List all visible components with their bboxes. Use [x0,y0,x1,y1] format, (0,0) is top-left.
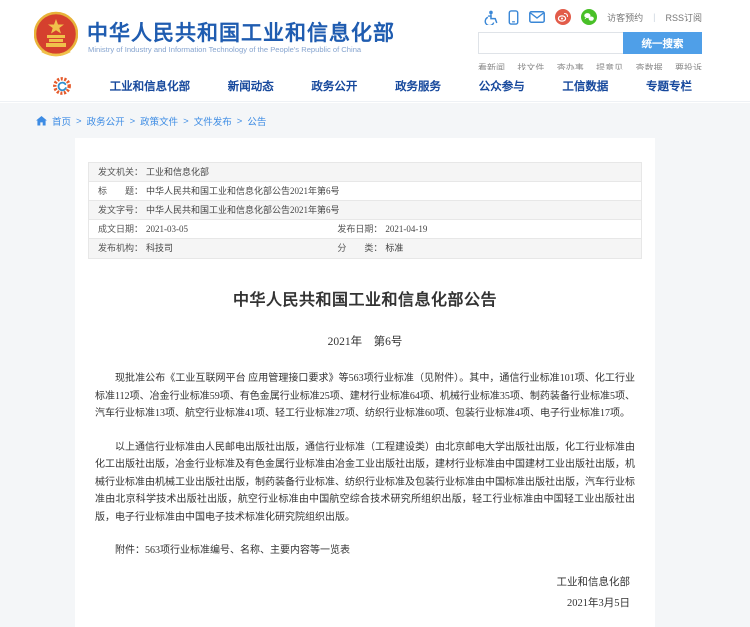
breadcrumb-item-home[interactable]: 首页 [52,114,71,128]
signature-block: 工业和信息化部 2021年3月5日 [75,572,630,614]
meta-value: 工业和信息化部 [146,167,209,177]
header-link-separator: | [653,12,655,22]
breadcrumb-separator: > [76,116,82,127]
nav-item-gov-service[interactable]: 政务服务 [395,78,441,94]
nav-item-industry-data[interactable]: 工信数据 [562,78,608,94]
attachment-line: 附件：563项行业标准编号、名称、主要内容等一览表 [95,542,635,560]
document-body: 现批准公布《工业互联网平台 应用管理接口要求》等563项行业标准（见附件）。其中… [95,370,635,560]
meta-value: 标准 [385,243,403,253]
mobile-icon[interactable] [508,10,519,25]
breadcrumb-item-gov-open[interactable]: 政务公开 [87,114,125,128]
site-subtitle-en: Ministry of Industry and Information Tec… [88,45,361,54]
rss-subscribe-link[interactable]: RSS订阅 [665,11,702,24]
nav-item-miit[interactable]: 工业和信息化部 [110,78,191,94]
paragraph-standards-approved: 现批准公布《工业互联网平台 应用管理接口要求》等563项行业标准（见附件）。其中… [95,370,635,423]
meta-label: 分 类： [337,243,382,253]
signature-date: 2021年3月5日 [75,593,630,614]
meta-value: 中华人民共和国工业和信息化部公告2021年第6号 [146,186,340,196]
site-title: 中华人民共和国工业和信息化部 [87,17,395,47]
weibo-icon[interactable] [555,9,571,25]
document-meta-table: 发文机关：工业和信息化部 标 题：中华人民共和国工业和信息化部公告2021年第6… [88,162,642,259]
paragraph-publishers: 以上通信行业标准由人民邮电出版社出版，通信行业标准（工程建设类）由北京邮电大学出… [95,439,635,527]
site-header: 中华人民共和国工业和信息化部 Ministry of Industry and … [0,0,750,70]
meta-row-issuing-agency: 发文机关：工业和信息化部 [89,163,641,182]
meta-value: 2021-03-05 [146,224,188,234]
meta-value: 2021-04-19 [385,224,427,234]
document-number: 2021年 第6号 [75,333,655,349]
header-right-block: 访客预约 | RSS订阅 统一搜索 看新闻 找文件 查办事 提意见 查数据 要投… [478,8,702,74]
breadcrumb: 首页 > 政务公开 > 政策文件 > 文件发布 > 公告 [36,114,266,128]
signature-agency: 工业和信息化部 [75,572,630,593]
breadcrumb-separator: > [130,116,136,127]
mail-icon[interactable] [529,11,545,23]
page: 中华人民共和国工业和信息化部 Ministry of Industry and … [0,0,750,627]
meta-value: 中华人民共和国工业和信息化部公告2021年第6号 [146,205,340,215]
nav-item-public-participation[interactable]: 公众参与 [479,78,525,94]
visitor-appointment-link[interactable]: 访客预约 [607,11,643,24]
meta-label: 发布日期： [337,224,382,234]
breadcrumb-item-doc-release[interactable]: 文件发布 [194,114,232,128]
accessibility-icon[interactable] [483,10,498,25]
national-emblem-icon [34,11,78,58]
unified-search-button[interactable]: 统一搜索 [623,32,702,54]
header-icon-row: 访客预约 | RSS订阅 [478,8,702,26]
breadcrumb-item-announcement[interactable]: 公告 [247,114,266,128]
meta-label: 发文机关： [98,167,143,177]
meta-col2: 分 类：标准 [337,239,403,258]
meta-label: 发文字号： [98,205,143,215]
main-navbar: 工业和信息化部 新闻动态 政务公开 政务服务 公众参与 工信数据 专题专栏 [0,70,750,102]
meta-label: 成文日期： [98,224,143,234]
meta-row-title: 标 题：中华人民共和国工业和信息化部公告2021年第6号 [89,182,641,201]
breadcrumb-item-policy-docs[interactable]: 政策文件 [140,114,178,128]
meta-row-dates: 成文日期：2021-03-05 发布日期：2021-04-19 [89,220,641,239]
miit-gear-logo-icon[interactable] [52,76,72,96]
page-body: 首页 > 政务公开 > 政策文件 > 文件发布 > 公告 发文机关：工业和信息化… [0,103,750,627]
article-card: 发文机关：工业和信息化部 标 题：中华人民共和国工业和信息化部公告2021年第6… [75,138,655,627]
meta-value: 科技司 [146,243,173,253]
home-icon[interactable] [36,116,47,126]
nav-item-special-topics[interactable]: 专题专栏 [646,78,692,94]
breadcrumb-separator: > [237,116,243,127]
breadcrumb-separator: > [183,116,189,127]
meta-col2: 发布日期：2021-04-19 [337,220,427,239]
document-title: 中华人民共和国工业和信息化部公告 [75,286,655,310]
nav-item-news[interactable]: 新闻动态 [228,78,274,94]
meta-label: 发布机构： [98,243,143,253]
meta-label: 标 题： [98,186,143,196]
nav-item-gov-open[interactable]: 政务公开 [311,78,357,94]
wechat-icon[interactable] [581,9,597,25]
unified-search-input[interactable] [478,32,623,54]
meta-row-doc-number: 发文字号：中华人民共和国工业和信息化部公告2021年第6号 [89,201,641,220]
meta-row-publisher-category: 发布机构：科技司 分 类：标准 [89,239,641,258]
search-bar: 统一搜索 [478,32,702,54]
